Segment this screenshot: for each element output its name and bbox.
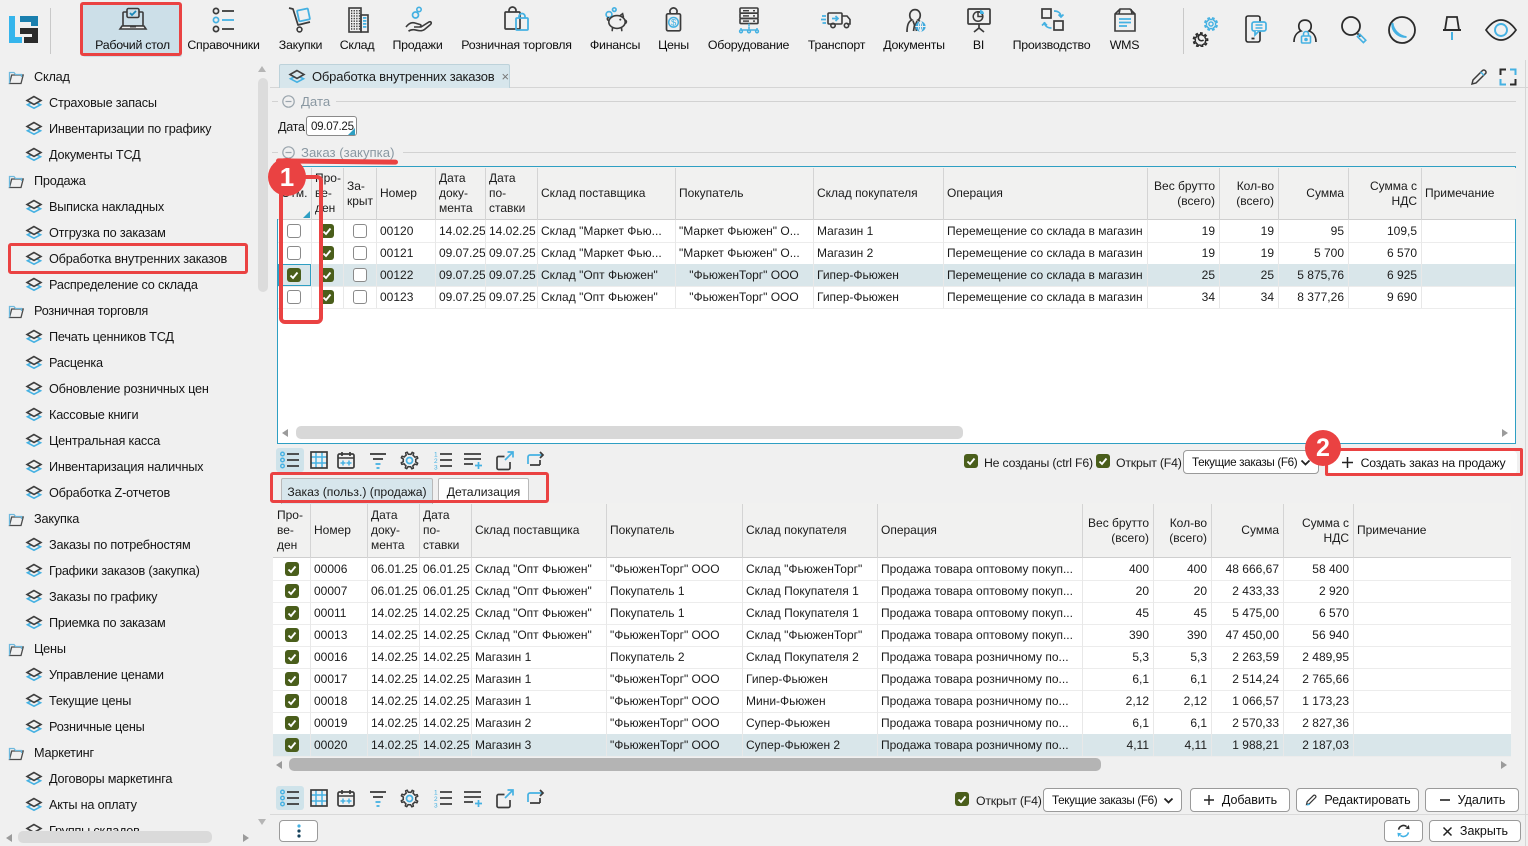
svg-text:3: 3 bbox=[434, 803, 438, 809]
svg-text:3: 3 bbox=[434, 465, 438, 471]
